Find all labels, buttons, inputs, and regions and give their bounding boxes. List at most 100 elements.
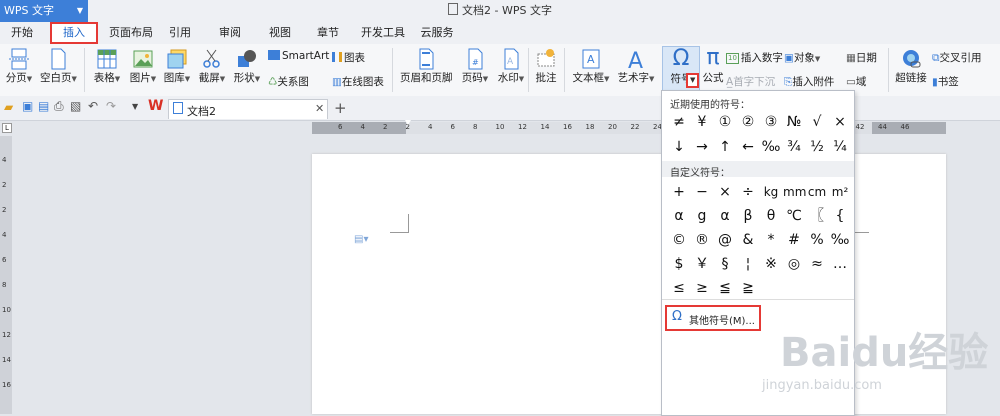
- symbol-cell[interactable]: cm: [806, 181, 828, 203]
- symbol-cell[interactable]: §: [714, 253, 736, 275]
- symbol-cell[interactable]: 〖: [806, 205, 828, 227]
- symbol-cell[interactable]: ≤: [668, 277, 690, 299]
- symbol-cell[interactable]: ¾: [783, 136, 805, 158]
- symbol-cell[interactable]: √: [806, 111, 828, 133]
- picture-button[interactable]: 图片▼: [128, 48, 158, 85]
- page-break-button[interactable]: 分页▼: [4, 48, 34, 85]
- comment-button[interactable]: 批注: [532, 48, 560, 85]
- field-button[interactable]: ▭域: [846, 74, 866, 89]
- symbol-dropdown-arrow[interactable]: ▼: [686, 73, 699, 88]
- online-chart-button[interactable]: ▥在线图表: [332, 74, 384, 89]
- document-tab[interactable]: 文档2 ✕: [168, 99, 328, 119]
- tab-stop-selector[interactable]: L: [2, 123, 12, 133]
- symbol-cell[interactable]: ≦: [714, 277, 736, 299]
- save-icon[interactable]: ▣: [22, 99, 33, 113]
- symbol-cell[interactable]: ◎: [783, 253, 805, 275]
- header-footer-button[interactable]: 页眉和页脚: [400, 48, 453, 85]
- symbol-cell[interactable]: &: [737, 229, 759, 251]
- symbol-cell[interactable]: mm: [783, 181, 806, 203]
- tab-page-layout[interactable]: 页面布局: [104, 22, 158, 44]
- symbol-cell[interactable]: ↑: [714, 136, 736, 158]
- formula-button[interactable]: π 公式: [702, 46, 724, 85]
- cross-reference-button[interactable]: ⧉交叉引用: [932, 50, 982, 65]
- symbol-cell[interactable]: ↓: [668, 136, 690, 158]
- open-folder-icon[interactable]: ▰: [4, 100, 13, 114]
- tab-home[interactable]: 开始: [2, 22, 42, 44]
- tab-review[interactable]: 审阅: [210, 22, 250, 44]
- chart-button[interactable]: 图表: [332, 50, 365, 65]
- symbol-cell[interactable]: ©: [668, 229, 690, 251]
- tab-developer[interactable]: 开发工具: [356, 22, 410, 44]
- tab-view[interactable]: 视图: [260, 22, 300, 44]
- symbol-cell[interactable]: $: [668, 253, 690, 275]
- symbol-cell[interactable]: ‰: [829, 229, 851, 251]
- symbol-cell[interactable]: ①: [714, 111, 736, 133]
- attachment-button[interactable]: ⎘插入附件: [784, 74, 834, 89]
- bookmark-button[interactable]: ▮书签: [932, 74, 959, 89]
- tab-references[interactable]: 引用: [160, 22, 200, 44]
- symbol-cell[interactable]: ≠: [668, 111, 690, 133]
- symbol-cell[interactable]: θ: [760, 205, 782, 227]
- paragraph-options-icon[interactable]: ▤▾: [354, 234, 368, 245]
- symbol-cell[interactable]: ≈: [806, 253, 828, 275]
- close-icon[interactable]: ✕: [315, 102, 324, 115]
- symbol-cell[interactable]: α: [714, 205, 736, 227]
- symbol-cell[interactable]: ③: [760, 111, 782, 133]
- wordart-button[interactable]: A 艺术字▼: [614, 48, 658, 85]
- symbol-cell[interactable]: ×: [714, 181, 736, 203]
- symbol-cell[interactable]: {: [829, 205, 851, 227]
- screenshot-button[interactable]: 截屏▼: [196, 48, 228, 85]
- symbol-cell[interactable]: ≧: [737, 277, 759, 299]
- smartart-button[interactable]: SmartArt: [268, 50, 329, 62]
- undo-icon[interactable]: ↶: [88, 99, 98, 113]
- symbol-cell[interactable]: ②: [737, 111, 759, 133]
- relation-diagram-button[interactable]: ♺关系图: [268, 74, 309, 89]
- hyperlink-button[interactable]: 超链接: [894, 48, 928, 85]
- symbol-cell[interactable]: ※: [760, 253, 782, 275]
- page-number-button[interactable]: # 页码▼: [458, 48, 492, 85]
- print-preview-icon[interactable]: ▧: [70, 99, 81, 113]
- symbol-cell[interactable]: ¼: [829, 136, 851, 158]
- print-icon[interactable]: ⎙: [54, 99, 64, 114]
- symbol-cell[interactable]: *: [760, 229, 782, 251]
- symbol-cell[interactable]: %: [806, 229, 828, 251]
- symbol-cell[interactable]: −: [691, 181, 713, 203]
- tab-cloud[interactable]: 云服务: [414, 22, 460, 44]
- symbol-cell[interactable]: kg: [760, 181, 782, 203]
- symbol-cell[interactable]: #: [783, 229, 805, 251]
- symbol-cell[interactable]: ≥: [691, 277, 713, 299]
- symbol-cell[interactable]: ÷: [737, 181, 759, 203]
- symbol-cell[interactable]: +: [668, 181, 690, 203]
- symbol-cell[interactable]: β: [737, 205, 759, 227]
- date-button[interactable]: ▦日期: [846, 50, 877, 65]
- object-button[interactable]: ▣对象▼: [784, 50, 820, 65]
- symbol-cell[interactable]: ←: [737, 136, 759, 158]
- drop-cap-button[interactable]: A̲首字下沉: [726, 74, 775, 89]
- vertical-ruler[interactable]: 4 2 2 4 6 8 10 12 14 16: [0, 136, 12, 414]
- symbol-cell[interactable]: @: [714, 229, 736, 251]
- symbol-cell[interactable]: ½: [806, 136, 828, 158]
- insert-number-button[interactable]: 10 插入数字: [726, 50, 783, 65]
- customize-toolbar-icon[interactable]: ▼: [132, 102, 138, 111]
- more-symbols-menu-item[interactable]: Ω 其他符号(M)...: [665, 305, 761, 331]
- symbol-cell[interactable]: ￥: [691, 253, 713, 275]
- symbol-cell[interactable]: …: [829, 253, 851, 275]
- symbol-cell[interactable]: ¦: [737, 253, 759, 275]
- blank-page-button[interactable]: 空白页▼: [40, 48, 77, 85]
- symbol-cell[interactable]: g: [691, 205, 713, 227]
- new-tab-plus-icon[interactable]: +: [334, 99, 347, 117]
- gallery-button[interactable]: 图库▼: [162, 48, 192, 85]
- textbox-button[interactable]: A 文本框▼: [570, 48, 612, 85]
- export-pdf-icon[interactable]: ▤: [38, 99, 49, 113]
- tab-insert[interactable]: 插入: [50, 22, 98, 44]
- symbol-cell[interactable]: ×: [829, 111, 851, 133]
- indent-marker[interactable]: [405, 120, 411, 136]
- symbol-cell[interactable]: ‰: [760, 136, 782, 158]
- symbol-cell[interactable]: ¥: [691, 111, 713, 133]
- symbol-cell[interactable]: №: [783, 111, 805, 133]
- symbol-cell[interactable]: ®: [691, 229, 713, 251]
- symbol-cell[interactable]: →: [691, 136, 713, 158]
- tab-section[interactable]: 章节: [308, 22, 348, 44]
- redo-icon[interactable]: ↷: [106, 99, 116, 113]
- watermark-button[interactable]: A 水印▼: [494, 48, 528, 85]
